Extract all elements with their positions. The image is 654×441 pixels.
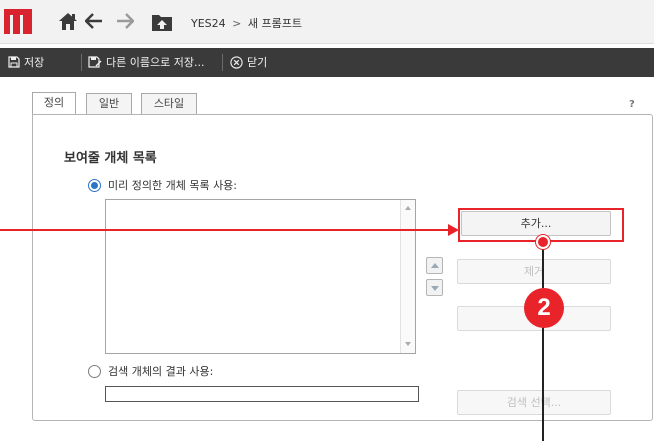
radio-search-result[interactable] <box>88 364 101 378</box>
remove-button[interactable]: 제거 <box>457 259 611 284</box>
tab-general[interactable]: 일반 <box>86 93 132 115</box>
annotation-arrow-line <box>0 229 450 231</box>
save-as-label: 다른 이름으로 저장... <box>106 56 205 69</box>
close-label: 닫기 <box>247 56 268 69</box>
home-icon[interactable] <box>58 12 78 34</box>
move-up-button[interactable] <box>426 257 443 274</box>
radio-predefined[interactable] <box>88 178 101 192</box>
tab-style[interactable]: 스타일 <box>141 93 197 115</box>
save-as-icon <box>88 56 102 68</box>
step-number-badge: 2 <box>524 288 564 328</box>
option-search-label: 검색 개체의 결과 사용: <box>108 365 214 378</box>
toolbar: 저장 다른 이름으로 저장... 닫기 <box>0 48 654 77</box>
annotation-leader-line <box>542 327 544 441</box>
down-arrow-icon <box>431 286 439 291</box>
search-object-field[interactable] <box>105 386 419 402</box>
back-arrow-icon[interactable] <box>84 13 103 32</box>
option-search-result[interactable]: 검색 개체의 결과 사용: <box>88 363 213 379</box>
save-icon <box>8 56 20 68</box>
breadcrumb-separator: > <box>232 17 242 30</box>
option-predefined-label: 미리 정의한 개체 목록 사용: <box>108 179 238 192</box>
listbox-scrollbar[interactable] <box>400 200 415 353</box>
save-as-button[interactable]: 다른 이름으로 저장... <box>88 54 204 70</box>
toolbar-divider <box>81 54 82 71</box>
annotation-leader-line <box>542 248 544 288</box>
scroll-up-arrow-icon[interactable] <box>405 206 411 210</box>
breadcrumb-root[interactable]: YES24 <box>191 17 226 30</box>
close-button[interactable]: 닫기 <box>230 54 267 70</box>
breadcrumb: YES24 > 새 프롬프트 <box>191 15 302 31</box>
object-listbox[interactable] <box>105 199 416 354</box>
tab-definition[interactable]: 정의 <box>32 92 76 116</box>
top-nav-bar: YES24 > 새 프롬프트 <box>0 0 654 44</box>
toolbar-divider <box>222 54 223 71</box>
search-select-button[interactable]: 검색 선택... <box>457 390 611 415</box>
folder-up-icon[interactable] <box>151 12 173 35</box>
close-circle-icon <box>230 55 243 69</box>
forward-arrow-icon[interactable] <box>116 13 135 32</box>
move-down-button[interactable] <box>426 279 443 296</box>
help-icon[interactable]: ? <box>629 99 635 110</box>
save-button[interactable]: 저장 <box>8 54 44 70</box>
section-title: 보여줄 개체 목록 <box>64 151 157 166</box>
breadcrumb-current: 새 프롬프트 <box>247 17 302 30</box>
save-label: 저장 <box>24 56 45 69</box>
option-predefined-list[interactable]: 미리 정의한 개체 목록 사용: <box>88 177 237 193</box>
annotation-dot <box>536 235 550 249</box>
up-arrow-icon <box>431 263 439 268</box>
scroll-down-arrow-icon[interactable] <box>405 342 411 346</box>
logo-m-icon[interactable] <box>4 9 32 37</box>
